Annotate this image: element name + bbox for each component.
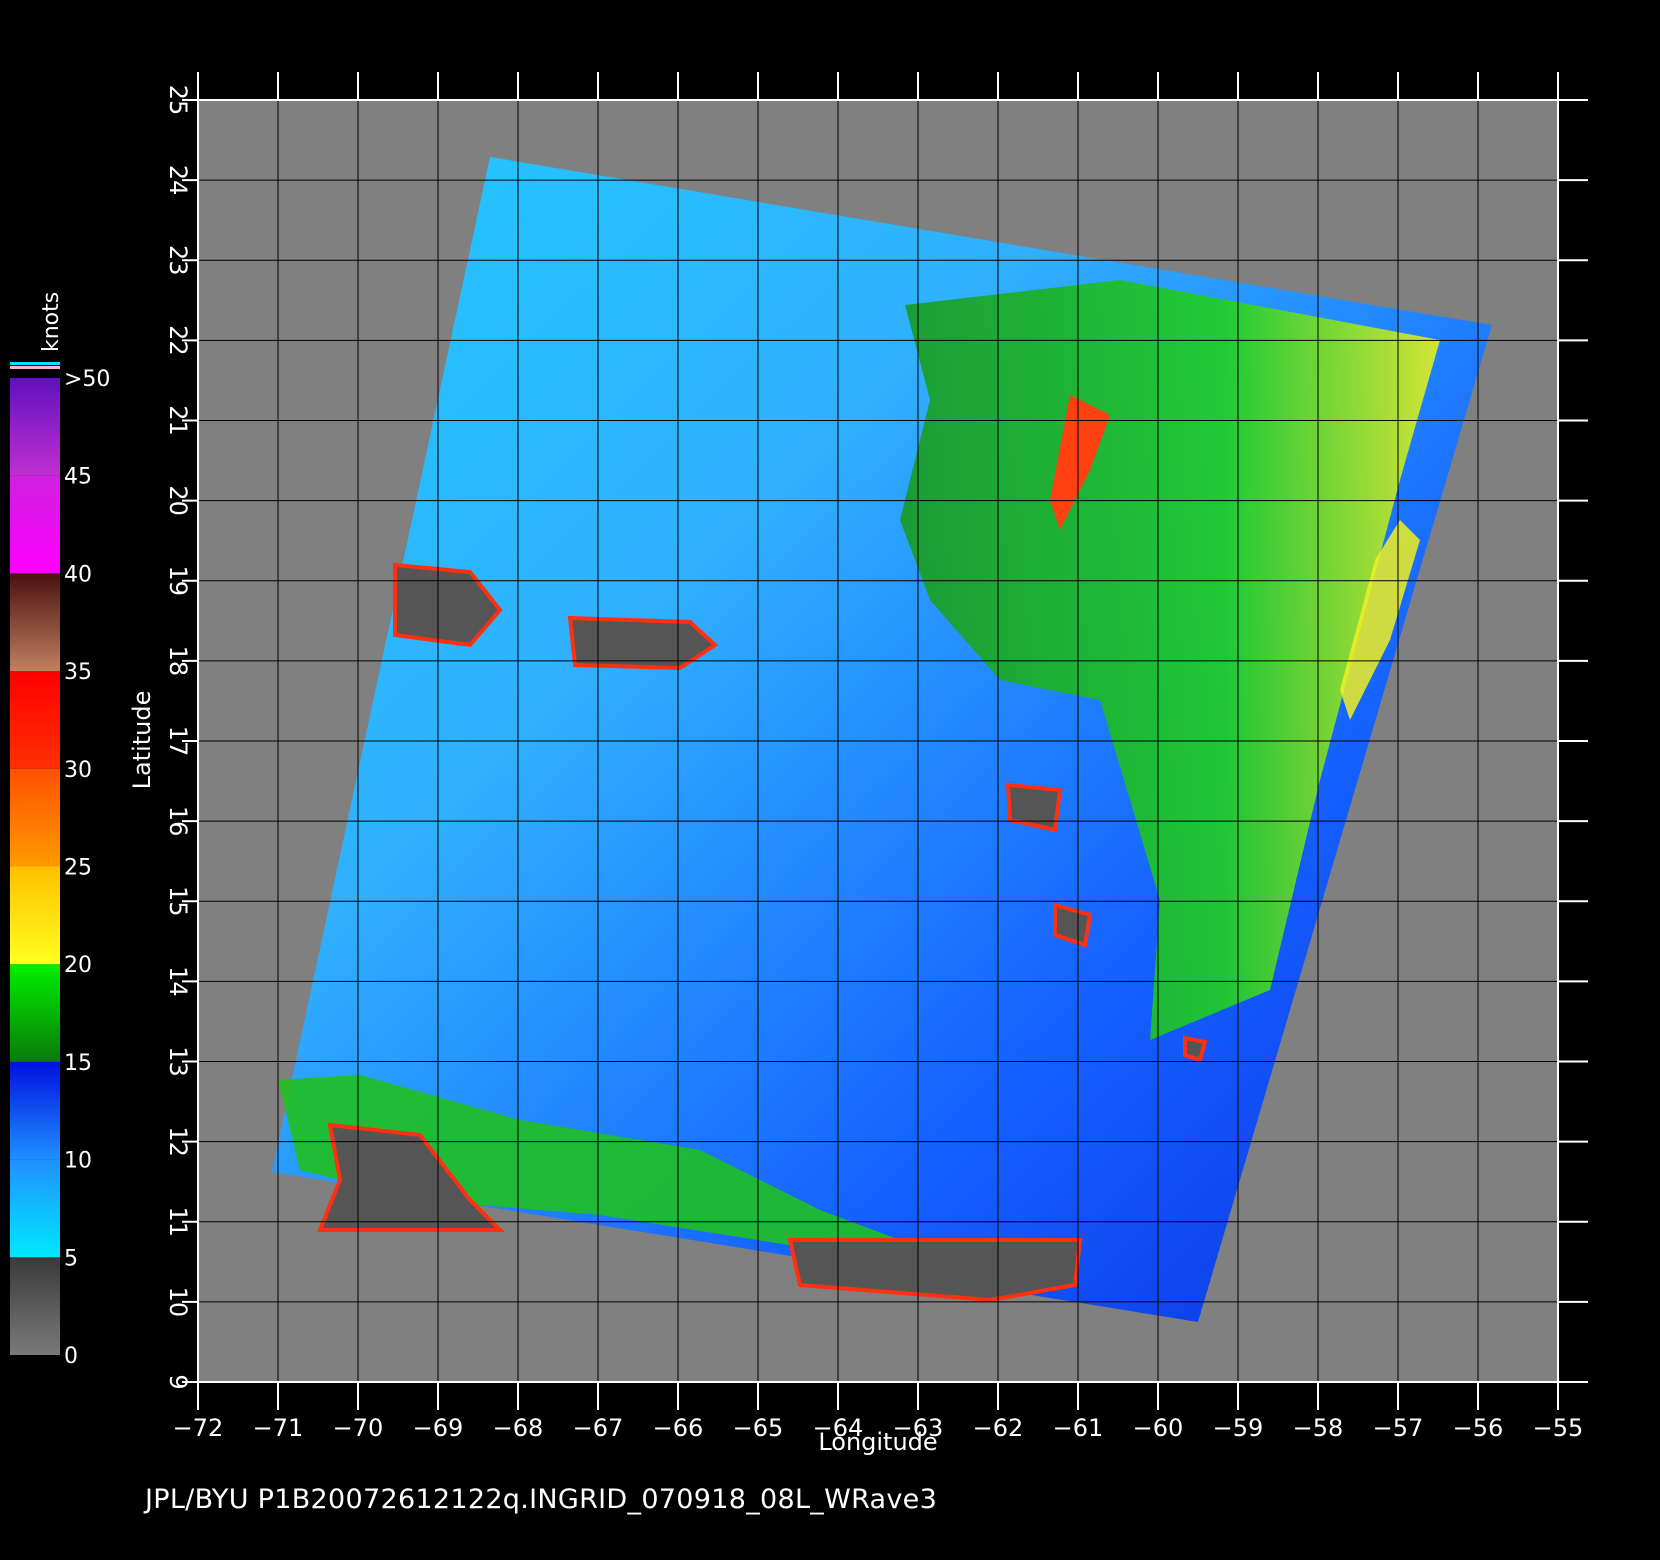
lon-tick-label: −61 <box>1053 1414 1104 1442</box>
lon-tick-label: −72 <box>173 1414 224 1442</box>
lon-tick-label: −56 <box>1453 1414 1504 1442</box>
colorbar-label: 40 <box>64 562 92 587</box>
colorbar-band <box>10 573 60 672</box>
colorbar-band <box>10 1159 60 1258</box>
colorbar-band <box>10 964 60 1062</box>
lat-tick-label: 18 <box>164 646 192 677</box>
lon-tick-label: −58 <box>1293 1414 1344 1442</box>
colorbar-band <box>10 475 60 574</box>
land-guadeloupe <box>1005 782 1063 833</box>
colorbar-label: 35 <box>64 660 92 685</box>
lat-tick-label: 24 <box>164 165 192 196</box>
lat-tick-label: 17 <box>164 726 192 757</box>
colorbar-label: 0 <box>64 1344 78 1369</box>
lat-tick-label: 23 <box>164 245 192 276</box>
lat-tick-label: 9 <box>164 1374 192 1389</box>
lon-tick-label: −65 <box>733 1414 784 1442</box>
lon-tick-label: −66 <box>653 1414 704 1442</box>
colorbar-label: 5 <box>64 1246 78 1271</box>
wind-speed-map-figure: −72 −71 −70 −69 −68 −67 −66 −65 −64 −63 −62 −61 −60−… <box>10 72 1588 1456</box>
lat-tick-label: 10 <box>164 1287 192 1318</box>
colorbar: knots 0 5 10 15 20 25 30 35 40 45 >50 <box>10 292 110 1369</box>
lat-tick-label: 13 <box>164 1046 192 1077</box>
lon-tick-label: −62 <box>973 1414 1024 1442</box>
colorbar-label: 10 <box>64 1149 92 1174</box>
colorbar-band <box>10 1061 60 1160</box>
lat-tick-label: 21 <box>164 405 192 436</box>
lat-tick-label: 12 <box>164 1126 192 1157</box>
lon-tick-label: −59 <box>1213 1414 1264 1442</box>
lat-tick-label: 25 <box>164 85 192 116</box>
lon-tick-label: −68 <box>493 1414 544 1442</box>
colorbar-label: 20 <box>64 953 92 978</box>
x-axis-title: Longitude <box>818 1428 937 1456</box>
lat-tick-label: 15 <box>164 886 192 917</box>
lat-tick-label: 22 <box>164 325 192 356</box>
colorbar-band <box>10 378 60 476</box>
lon-tick-label: −67 <box>573 1414 624 1442</box>
y-axis-title: Latitude <box>128 691 156 790</box>
colorbar-cap-pink <box>10 366 60 369</box>
colorbar-title: knots <box>39 292 64 352</box>
colorbar-band <box>10 866 60 965</box>
colorbar-band <box>10 1257 60 1355</box>
colorbar-label: 15 <box>64 1051 92 1076</box>
lat-tick-label: 16 <box>164 806 192 837</box>
colorbar-label: 45 <box>64 465 92 490</box>
lon-tick-label: −70 <box>333 1414 384 1442</box>
lat-tick-label: 11 <box>164 1206 192 1237</box>
colorbar-label: 30 <box>64 758 92 783</box>
lon-tick-label: −57 <box>1373 1414 1424 1442</box>
lon-tick-label: −60 <box>1133 1414 1184 1442</box>
caption: JPL/BYU P1B20072612122q.INGRID_070918_08… <box>145 1484 938 1515</box>
land-barbados <box>1183 1035 1208 1063</box>
colorbar-band <box>10 671 60 769</box>
colorbar-band <box>10 768 60 867</box>
lat-tick-label: 14 <box>164 966 192 997</box>
lat-tick-label: 20 <box>164 485 192 516</box>
colorbar-label: 25 <box>64 856 92 881</box>
lon-tick-label: −69 <box>413 1414 464 1442</box>
lat-tick-label: 19 <box>164 565 192 596</box>
lon-tick-label: −55 <box>1533 1414 1584 1442</box>
colorbar-label: >50 <box>64 367 110 392</box>
colorbar-cap-cyan <box>10 362 60 365</box>
lon-tick-label: −71 <box>253 1414 304 1442</box>
